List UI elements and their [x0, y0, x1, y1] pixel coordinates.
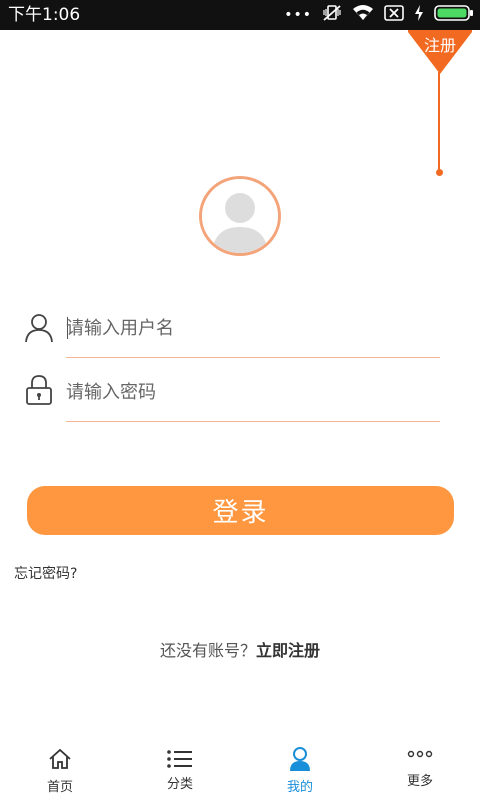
- more-icon: [360, 750, 480, 758]
- password-underline: [66, 421, 440, 422]
- default-avatar-icon[interactable]: [199, 176, 281, 256]
- signup-prompt-text: 还没有账号？: [159, 641, 256, 660]
- nav-item-mine[interactable]: 我的: [240, 740, 360, 800]
- person-icon: [240, 746, 360, 772]
- nav-item-category[interactable]: 分类: [120, 740, 240, 800]
- password-row: [0, 364, 480, 424]
- username-underline: [66, 357, 440, 358]
- username-row: [0, 300, 480, 360]
- nav-item-more[interactable]: 更多: [360, 740, 480, 800]
- nav-label-more: 更多: [406, 774, 433, 789]
- status-time: 下午1:06: [8, 5, 81, 25]
- signup-link[interactable]: 立即注册: [256, 641, 320, 660]
- nav-label-category: 分类: [166, 777, 193, 792]
- wifi-icon: [352, 4, 374, 26]
- signup-prompt: 还没有账号？立即注册: [0, 637, 480, 661]
- vibrate-off-icon: [322, 4, 342, 26]
- more-dots-icon: •••: [284, 7, 312, 23]
- login-button[interactable]: 登录: [27, 486, 454, 535]
- forgot-password-link[interactable]: 忘记密码?: [14, 563, 77, 583]
- bottom-nav: 首页 分类 我的 更多: [0, 740, 480, 800]
- status-icons: •••: [284, 4, 474, 26]
- password-input[interactable]: [66, 374, 440, 410]
- ribbon-string: [438, 72, 440, 172]
- charging-icon: [414, 4, 424, 26]
- status-bar: 下午1:06 •••: [0, 0, 480, 30]
- username-input[interactable]: [66, 310, 440, 346]
- register-corner-label[interactable]: 注册: [408, 36, 472, 56]
- nav-label-home: 首页: [46, 780, 73, 795]
- ribbon-dot: [436, 169, 443, 176]
- battery-icon: [434, 4, 474, 26]
- lock-icon: [24, 374, 54, 406]
- nav-label-mine: 我的: [286, 780, 313, 795]
- list-icon: [120, 750, 240, 768]
- home-icon: [0, 748, 120, 770]
- user-icon: [24, 312, 54, 344]
- no-sim-icon: [384, 4, 404, 26]
- nav-item-home[interactable]: 首页: [0, 740, 120, 800]
